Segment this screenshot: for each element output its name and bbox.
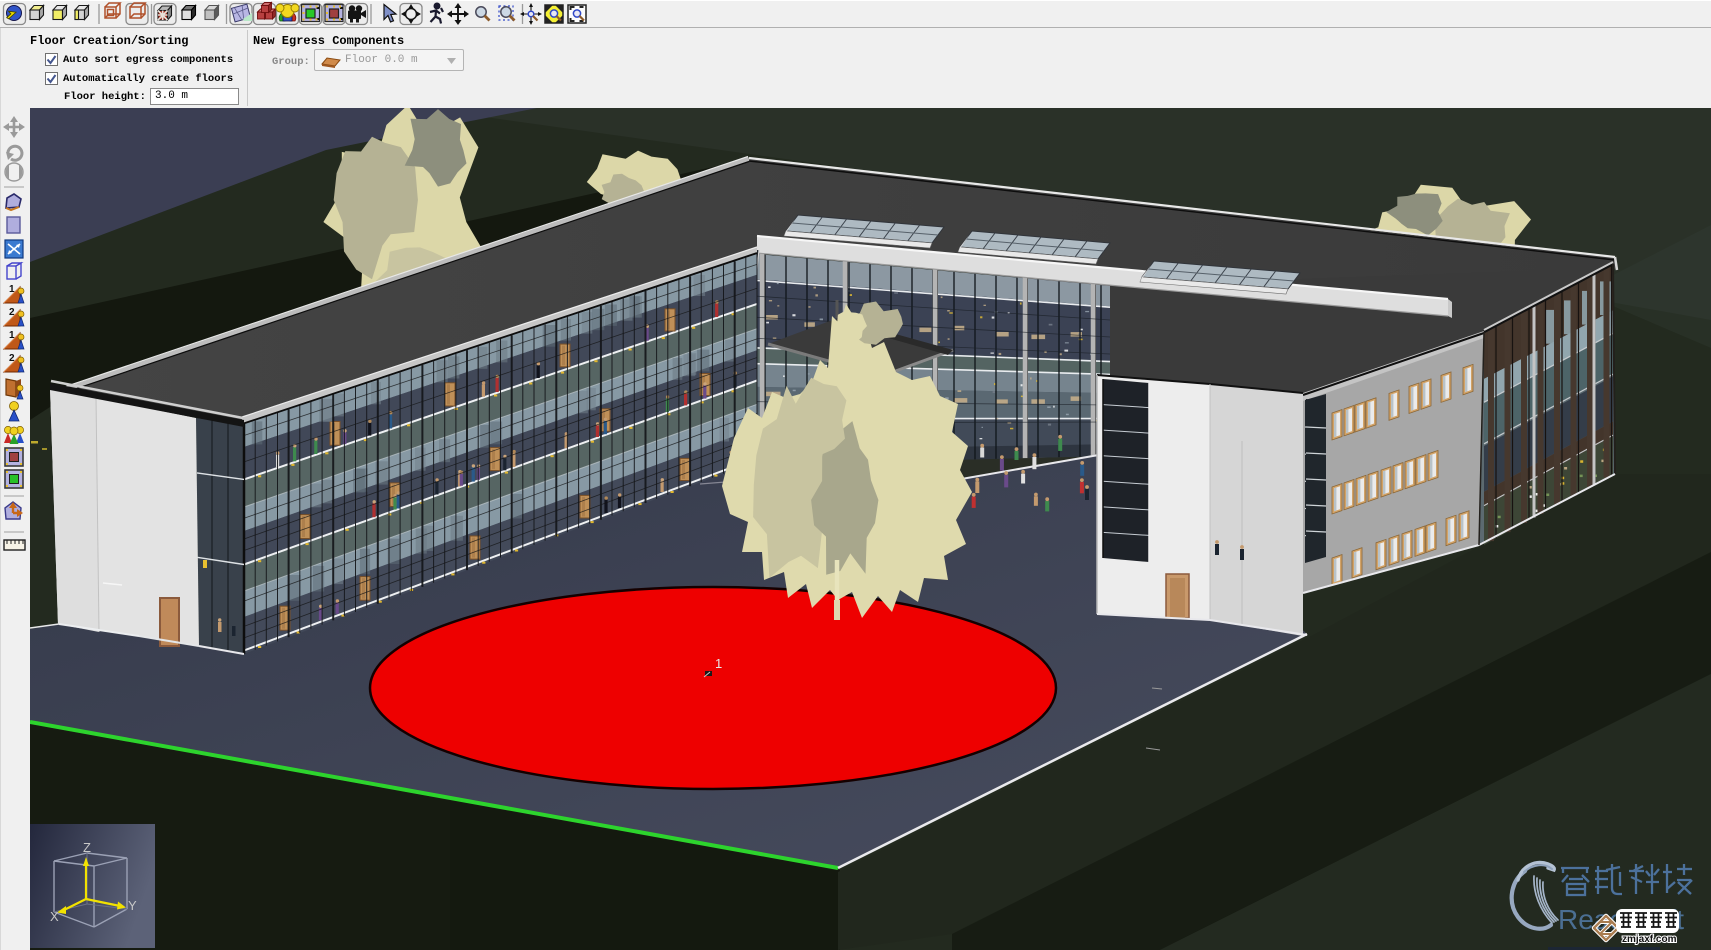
svg-text:1: 1 [715,656,722,671]
svg-text:2: 2 [9,307,15,318]
svg-text:Y: Y [128,898,137,913]
svg-text:zmjaxf.com: zmjaxf.com [1622,934,1677,945]
svg-text:X: X [50,909,59,924]
svg-text:Z: Z [83,840,91,855]
svg-text:2: 2 [9,353,15,364]
svg-text:1: 1 [9,330,15,341]
svg-text:1: 1 [9,284,15,295]
